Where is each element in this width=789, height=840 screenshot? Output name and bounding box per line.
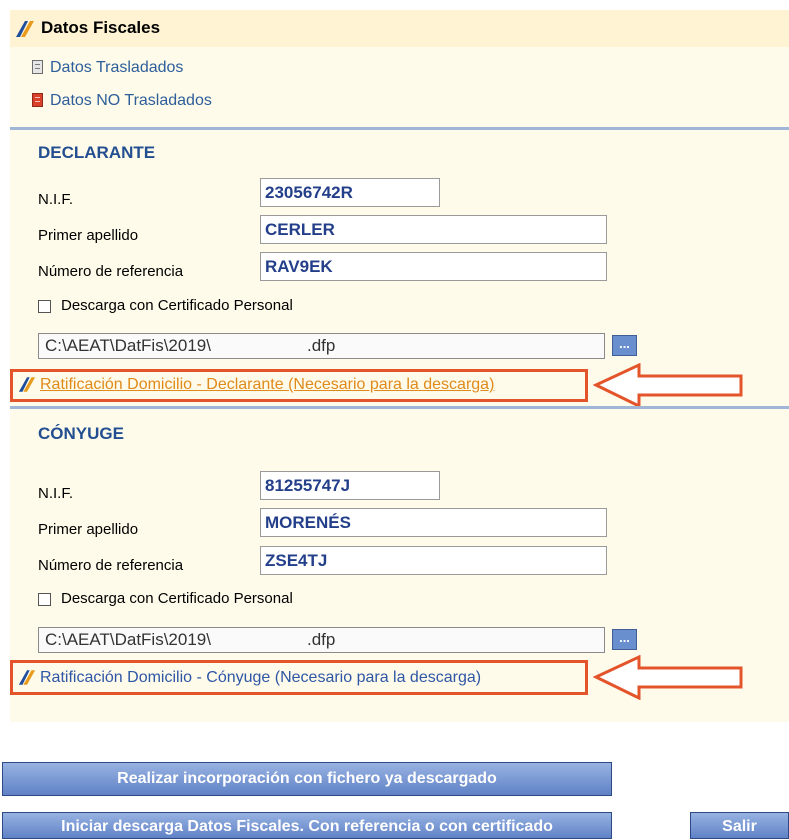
declarante-apellido-input[interactable] — [260, 215, 607, 244]
declarante-browse-button[interactable]: ... — [612, 335, 637, 356]
incorporacion-fichero-button[interactable]: Realizar incorporación con fichero ya de… — [2, 762, 612, 796]
declarante-nif-label: N.I.F. — [38, 191, 74, 208]
declarante-file-ext: .dfp — [306, 336, 336, 355]
declarante-file-path-text: C:\AEAT\DatFis\2019\ — [45, 336, 211, 355]
nav-link-datos-trasladados[interactable]: Datos Trasladados — [50, 59, 183, 77]
declarante-file-path: C:\AEAT\DatFis\2019\ .dfp — [38, 333, 605, 359]
arrow-left-icon — [593, 363, 744, 408]
panel-header: Datos Fiscales — [10, 10, 789, 47]
conyuge-ratificacion-link[interactable]: Ratificación Domicilio - Cónyuge (Necesa… — [40, 669, 481, 687]
conyuge-nif-input[interactable] — [260, 471, 440, 500]
declarante-certificado-checkbox[interactable] — [38, 300, 51, 313]
conyuge-apellido-input[interactable] — [260, 508, 607, 537]
conyuge-file-path-text: C:\AEAT\DatFis\2019\ — [45, 630, 211, 649]
declarante-apellido-label: Primer apellido — [38, 227, 139, 244]
document-red-icon — [32, 93, 43, 107]
conyuge-file-ext: .dfp — [306, 630, 336, 649]
salir-button[interactable]: Salir — [690, 812, 789, 839]
arrow-left-icon — [593, 655, 744, 700]
page-title: Datos Fiscales — [41, 18, 161, 37]
section-divider — [10, 127, 789, 130]
aeat-logo-icon — [18, 669, 36, 686]
nav-link-datos-no-trasladados[interactable]: Datos NO Trasladados — [50, 92, 212, 110]
conyuge-referencia-label: Número de referencia — [38, 557, 184, 574]
section-conyuge-title: CÓNYUGE — [38, 424, 124, 443]
conyuge-browse-button[interactable]: ... — [612, 629, 637, 650]
conyuge-apellido-label: Primer apellido — [38, 521, 139, 538]
conyuge-file-path: C:\AEAT\DatFis\2019\ .dfp — [38, 627, 605, 653]
declarante-referencia-input[interactable] — [260, 252, 607, 281]
aeat-logo-icon — [18, 376, 36, 393]
conyuge-referencia-input[interactable] — [260, 546, 607, 575]
conyuge-certificado-checkbox[interactable] — [38, 593, 51, 606]
conyuge-certificado-label: Descarga con Certificado Personal — [61, 590, 293, 607]
datos-fiscales-panel: Datos Fiscales Datos Trasladados Datos N… — [10, 10, 789, 722]
declarante-referencia-label: Número de referencia — [38, 263, 184, 280]
aeat-logo-icon — [15, 20, 35, 38]
declarante-nif-input[interactable] — [260, 178, 440, 207]
document-icon — [32, 60, 43, 74]
conyuge-nif-label: N.I.F. — [38, 485, 74, 502]
declarante-certificado-label: Descarga con Certificado Personal — [61, 297, 293, 314]
declarante-ratificacion-link[interactable]: Ratificación Domicilio - Declarante (Nec… — [40, 376, 494, 394]
iniciar-descarga-button[interactable]: Iniciar descarga Datos Fiscales. Con ref… — [2, 812, 612, 839]
section-divider — [10, 406, 789, 409]
section-declarante-title: DECLARANTE — [38, 143, 156, 162]
